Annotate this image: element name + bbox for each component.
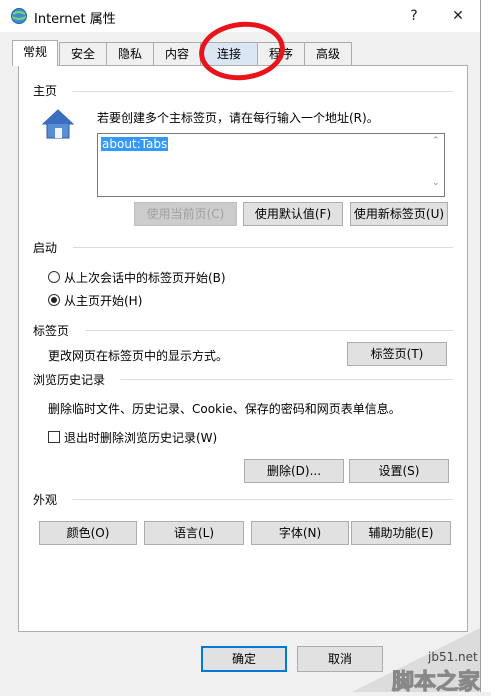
watermark-name: 脚本之家 [391,670,481,696]
history-settings-button[interactable]: 设置(S) [349,459,449,483]
background-window-edge [481,0,491,692]
tab-content[interactable]: 内容 [153,42,201,65]
use-default-button[interactable]: 使用默认值(F) [243,202,343,226]
tab-general[interactable]: 常规 [12,40,58,66]
use-new-tab-button[interactable]: 使用新标签页(U) [350,202,448,226]
radio-selected-dot [51,297,57,303]
startup-group-divider [73,247,453,248]
home-group-divider [73,91,453,92]
startup-group-title: 启动 [33,239,64,256]
tabs-settings-button[interactable]: 标签页(T) [347,342,447,366]
tabs-group-title: 标签页 [33,322,76,339]
accessibility-button[interactable]: 辅助功能(E) [351,521,451,545]
history-group-divider [121,379,453,380]
delete-on-exit-checkbox[interactable] [48,431,60,443]
scroll-down-icon[interactable]: ⌄ [432,178,440,188]
window-title: Internet 属性 [34,12,116,27]
appearance-group-divider [73,499,453,500]
startup-home-page-radio[interactable] [48,294,60,306]
tab-connections[interactable]: 连接 [200,42,258,65]
startup-last-session-label: 从上次会话中的标签页开始(B) [64,271,226,285]
ok-button[interactable]: 确定 [201,646,287,672]
tab-programs[interactable]: 程序 [257,42,305,65]
languages-button[interactable]: 语言(L) [144,521,244,545]
house-icon [41,109,75,139]
history-group-title: 浏览历史记录 [33,371,112,388]
startup-home-page-label: 从主页开始(H) [64,294,143,308]
tab-security[interactable]: 安全 [59,42,107,65]
colors-button[interactable]: 颜色(O) [39,521,137,545]
internet-properties-dialog: Internet 属性 ? ✕ 常规 安全 隐私 内容 连接 程序 高级 主页 … [0,0,481,692]
appearance-group-title: 外观 [33,491,64,508]
use-current-button[interactable]: 使用当前页(C) [134,202,237,226]
fonts-button[interactable]: 字体(N) [251,521,349,545]
general-tab-panel: 主页 若要创建多个主标签页，请在每行输入一个地址(R)。 about:Tabs … [18,65,468,632]
help-button[interactable]: ? [396,4,432,28]
home-description: 若要创建多个主标签页，请在每行输入一个地址(R)。 [97,111,379,125]
scroll-up-icon[interactable]: ⌃ [432,136,440,146]
delete-history-button[interactable]: 删除(D)... [244,459,344,483]
home-url-text: about:Tabs [101,137,169,151]
history-description: 删除临时文件、历史记录、Cookie、保存的密码和网页表单信息。 [48,402,401,416]
close-button[interactable]: ✕ [440,4,476,28]
textarea-scrollbar[interactable]: ⌃ ⌄ [428,134,444,194]
tab-privacy[interactable]: 隐私 [106,42,154,65]
startup-last-session-radio[interactable] [48,271,60,283]
home-group-title: 主页 [33,82,64,99]
watermark-site: jb51.net [428,650,478,664]
tabs-group-divider [85,330,453,331]
home-page-address-box[interactable]: about:Tabs ⌃ ⌄ [97,133,445,197]
tab-strip: 常规 安全 隐私 内容 连接 程序 高级 [12,40,472,66]
title-bar: Internet 属性 ? ✕ [0,0,480,32]
tabs-description: 更改网页在标签页中的显示方式。 [48,349,229,363]
delete-on-exit-label: 退出时删除浏览历史记录(W) [64,431,218,445]
internet-globe-icon [11,8,27,24]
tab-advanced[interactable]: 高级 [304,42,352,65]
